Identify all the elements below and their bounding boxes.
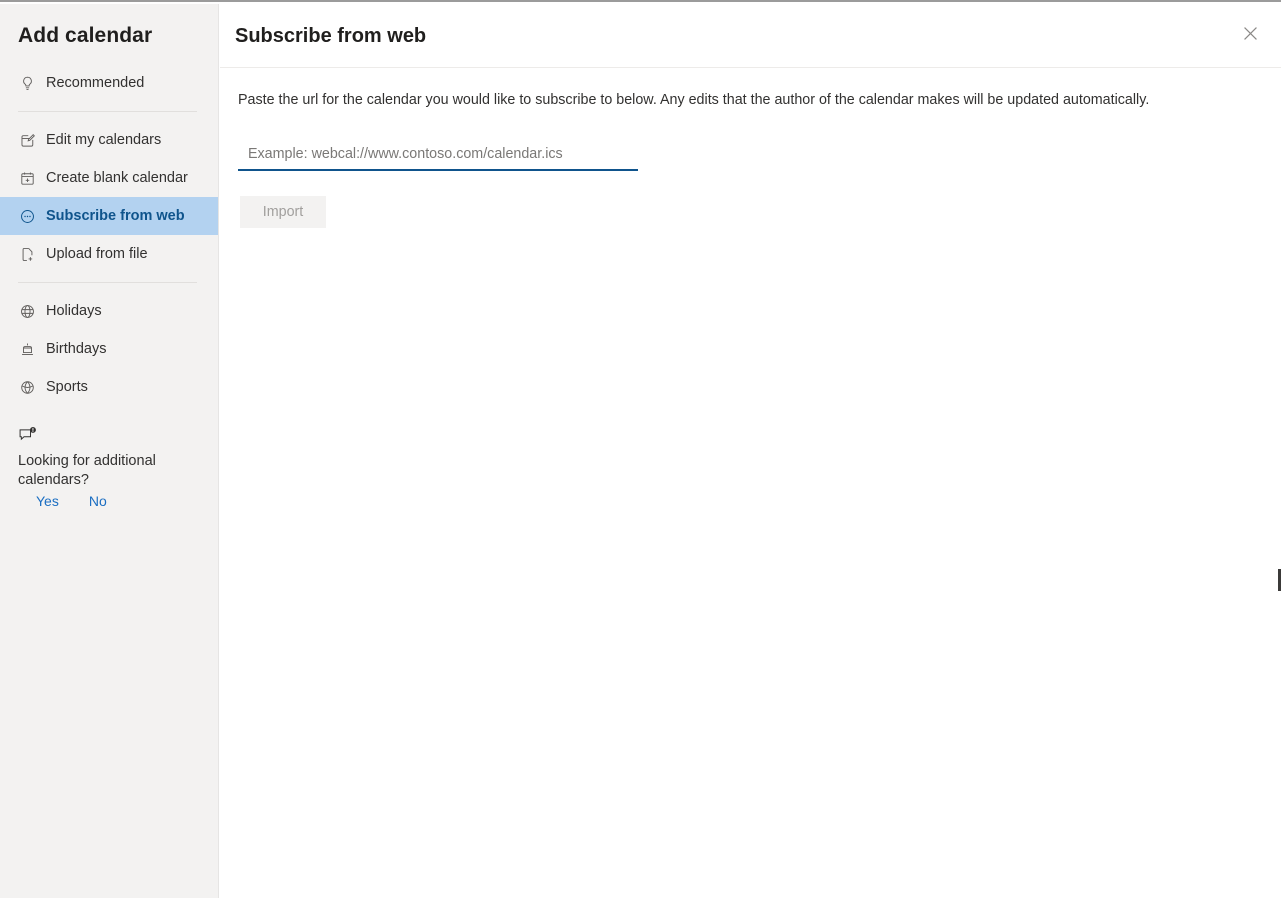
sidebar-item-edit-my-calendars[interactable]: Edit my calendars: [0, 121, 218, 159]
feedback-yes-link[interactable]: Yes: [36, 493, 59, 509]
main-body: Paste the url for the calendar you would…: [220, 68, 1281, 228]
page-title: Subscribe from web: [235, 25, 427, 47]
sidebar-item-label: Recommended: [46, 75, 145, 91]
sidebar-item-subscribe-from-web[interactable]: Subscribe from web: [0, 197, 218, 235]
feedback-bubble-icon: [18, 426, 204, 449]
feedback-prompt: Looking for additional calendars? Yes No: [0, 426, 218, 509]
add-calendar-dialog: Add calendar Recommended Edit my calenda…: [0, 0, 1281, 898]
feedback-no-link[interactable]: No: [89, 493, 107, 509]
sidebar-divider: [18, 282, 197, 283]
upload-file-icon: [18, 245, 36, 263]
url-field-wrapper: [238, 141, 638, 171]
sidebar-item-label: Edit my calendars: [46, 132, 162, 148]
edit-calendar-icon: [18, 131, 36, 149]
globe-icon: [18, 302, 36, 320]
import-button[interactable]: Import: [240, 196, 326, 228]
cake-icon: [18, 340, 36, 358]
close-button[interactable]: [1232, 18, 1268, 54]
sidebar-item-recommended[interactable]: Recommended: [0, 64, 218, 102]
feedback-prompt-text: Looking for additional calendars?: [18, 453, 156, 488]
sidebar-nav: Recommended Edit my calendars Create bla…: [0, 64, 218, 406]
description-text: Paste the url for the calendar you would…: [238, 92, 1150, 108]
sidebar-item-label: Holidays: [46, 303, 102, 319]
sidebar-item-holidays[interactable]: Holidays: [0, 292, 218, 330]
sidebar-item-create-blank-calendar[interactable]: Create blank calendar: [0, 159, 218, 197]
sidebar-item-upload-from-file[interactable]: Upload from file: [0, 235, 218, 273]
lightbulb-icon: [18, 74, 36, 92]
main-header: Subscribe from web: [220, 4, 1281, 68]
sidebar-item-label: Create blank calendar: [46, 170, 188, 186]
sidebar: Add calendar Recommended Edit my calenda…: [0, 4, 219, 898]
sidebar-item-label: Birthdays: [46, 341, 107, 357]
sidebar-item-label: Upload from file: [46, 246, 148, 262]
sidebar-item-birthdays[interactable]: Birthdays: [0, 330, 218, 368]
main-panel: Subscribe from web Paste the url for the…: [220, 4, 1281, 898]
sidebar-item-label: Subscribe from web: [46, 208, 185, 224]
calendar-url-input[interactable]: [238, 141, 638, 171]
add-calendar-icon: [18, 169, 36, 187]
sidebar-title: Add calendar: [18, 24, 153, 47]
close-icon: [1242, 25, 1259, 47]
feedback-actions: Yes No: [18, 493, 204, 509]
sports-ball-icon: [18, 378, 36, 396]
sidebar-divider: [18, 111, 197, 112]
subscribe-icon: [18, 207, 36, 225]
sidebar-item-sports[interactable]: Sports: [0, 368, 218, 406]
sidebar-item-label: Sports: [46, 379, 88, 395]
